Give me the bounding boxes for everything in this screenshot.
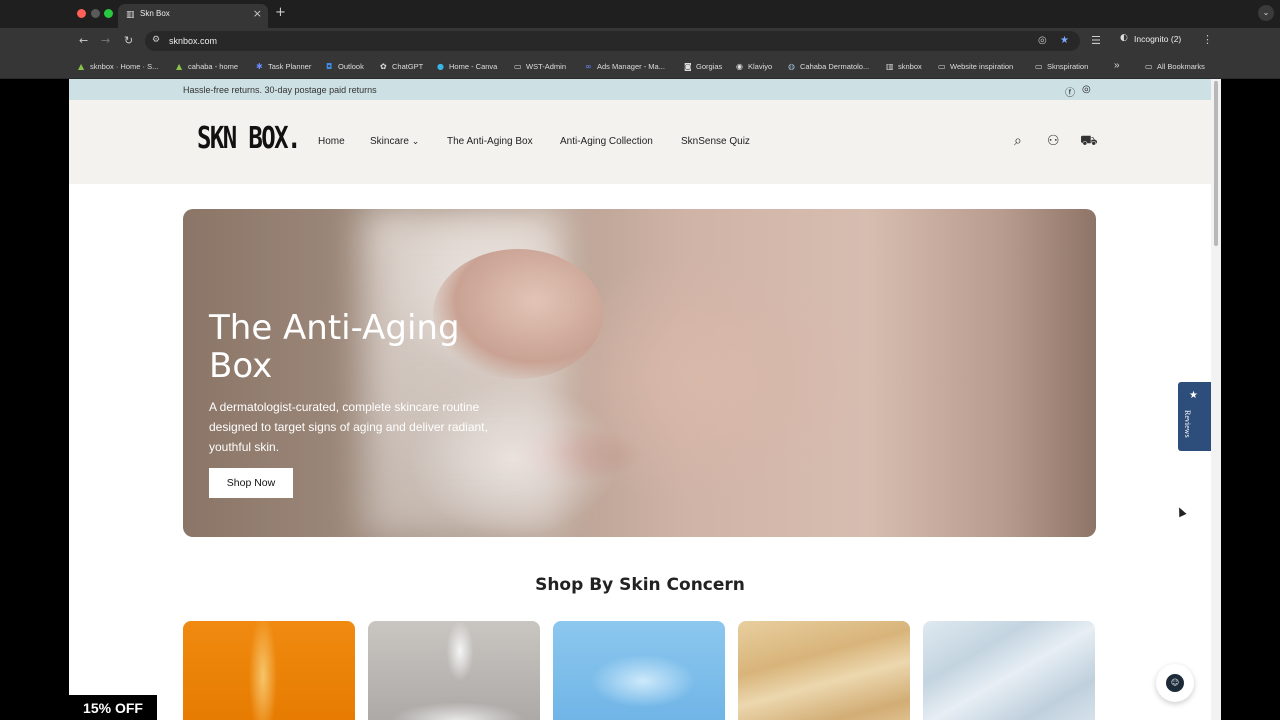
browser-toolbar: ← → ↻ ⚙ sknbox.com ◎ ★ ☰ ◐ Incognito (2)… bbox=[0, 28, 1280, 54]
shop-icon: ▲ bbox=[78, 62, 85, 71]
close-window-button[interactable] bbox=[77, 9, 86, 18]
folder-icon: ▭ bbox=[514, 62, 522, 71]
incognito-icon: ◐ bbox=[1120, 33, 1128, 43]
announcement-text: Hassle-free returns. 30-day postage paid… bbox=[183, 85, 377, 95]
bookmark-item[interactable]: ● Home - Canva bbox=[437, 62, 497, 71]
bookmark-item[interactable]: ◍ Cahaba Dermatolo... bbox=[788, 62, 869, 71]
forward-icon[interactable]: → bbox=[101, 34, 110, 47]
hero-title: The Anti-Aging Box bbox=[209, 308, 460, 386]
reviews-label: Reviews bbox=[1183, 410, 1192, 438]
hero-description: A dermatologist-curated, complete skinca… bbox=[209, 400, 488, 454]
reading-list-icon[interactable]: ☰ bbox=[1091, 34, 1101, 47]
announcement-bar: Hassle-free returns. 30-day postage paid… bbox=[69, 79, 1211, 100]
shop-icon: ▲ bbox=[176, 62, 183, 71]
section-title: Shop By Skin Concern bbox=[535, 575, 745, 595]
tab-title: Skn Box bbox=[140, 9, 170, 18]
browser-tab-strip: ▥ Skn Box × + ⌄ bbox=[0, 0, 1280, 28]
url-text[interactable]: sknbox.com bbox=[169, 36, 217, 46]
meta-icon: ∞ bbox=[585, 62, 592, 71]
account-icon[interactable]: ⚇ bbox=[1047, 133, 1060, 149]
bookmark-item[interactable]: ∞ Ads Manager - Ma... bbox=[585, 62, 665, 71]
tab-close-icon[interactable]: × bbox=[253, 7, 262, 20]
page-scrollbar[interactable] bbox=[1211, 79, 1221, 720]
reload-icon[interactable]: ↻ bbox=[124, 34, 133, 47]
nav-anti-aging-collection[interactable]: Anti-Aging Collection bbox=[560, 136, 653, 147]
nav-sknsense-quiz[interactable]: SknSense Quiz bbox=[681, 136, 750, 147]
star-icon: ★ bbox=[1189, 390, 1198, 401]
bookmarks-overflow-button[interactable]: » bbox=[1114, 60, 1120, 71]
scrollbar-thumb[interactable] bbox=[1214, 81, 1218, 246]
bookmark-item[interactable]: ▭ WST-Admin bbox=[514, 62, 566, 71]
bookmark-item[interactable]: ✿ ChatGPT bbox=[380, 62, 423, 71]
tracking-protection-icon[interactable]: ◎ bbox=[1038, 35, 1047, 46]
folder-icon: ▭ bbox=[938, 62, 946, 71]
gorgias-icon: ◙ bbox=[684, 62, 692, 71]
instagram-icon[interactable]: ◎ bbox=[1082, 84, 1091, 95]
site-logo[interactable]: SKN BOX. bbox=[197, 121, 301, 156]
all-bookmarks-button[interactable]: ▭ All Bookmarks bbox=[1145, 62, 1205, 71]
bookmark-item[interactable]: ◙ Gorgias bbox=[684, 62, 722, 71]
sknbox-icon: ▥ bbox=[886, 62, 894, 71]
bookmarks-bar: ▲ sknbox · Home · S... ▲ cahaba - home ✱ Ta… bbox=[0, 54, 1280, 79]
browser-tab[interactable]: ▥ Skn Box × bbox=[118, 4, 268, 28]
chevron-down-icon: ⌄ bbox=[411, 137, 420, 147]
bookmark-item[interactable]: ▲ cahaba - home bbox=[176, 62, 238, 71]
cahaba-icon: ◍ bbox=[788, 62, 795, 71]
concern-card-serum[interactable] bbox=[183, 621, 355, 720]
incognito-badge[interactable]: Incognito (2) bbox=[1134, 34, 1181, 44]
chatgpt-icon: ✿ bbox=[380, 62, 387, 71]
maximize-window-button[interactable] bbox=[104, 9, 113, 18]
new-tab-button[interactable]: + bbox=[275, 5, 286, 20]
tab-search-icon[interactable]: ⌄ bbox=[1258, 5, 1274, 21]
search-icon[interactable]: ⌕ bbox=[1014, 133, 1022, 149]
site-header: SKN BOX. Home Skincare ⌄ The Anti-Aging … bbox=[69, 100, 1211, 184]
address-bar[interactable]: ⚙ sknbox.com ◎ ★ bbox=[145, 31, 1080, 51]
bookmark-item[interactable]: ◉ Klaviyo bbox=[736, 62, 772, 71]
site-info-icon[interactable]: ⚙ bbox=[152, 35, 160, 45]
folder-icon: ▭ bbox=[1035, 62, 1043, 71]
chat-icon: ☺ bbox=[1166, 674, 1184, 692]
concern-card-lotion[interactable] bbox=[923, 621, 1095, 720]
nav-skincare[interactable]: Skincare ⌄ bbox=[370, 136, 419, 147]
cart-icon[interactable]: ⛟ bbox=[1080, 133, 1098, 151]
browser-menu-icon[interactable]: ⋮ bbox=[1202, 33, 1213, 46]
bookmark-item[interactable]: ◘ Outlook bbox=[326, 62, 364, 71]
concern-card-dropper[interactable] bbox=[368, 621, 540, 720]
page-viewport: Hassle-free returns. 30-day postage paid… bbox=[69, 79, 1211, 720]
reviews-widget[interactable]: ★ Reviews bbox=[1178, 382, 1211, 451]
minimize-window-button[interactable] bbox=[91, 9, 100, 18]
shop-now-button[interactable]: Shop Now bbox=[209, 468, 293, 498]
folder-icon: ▭ bbox=[1145, 62, 1153, 71]
sknbox-favicon-icon: ▥ bbox=[126, 10, 135, 20]
bookmark-star-icon[interactable]: ★ bbox=[1060, 35, 1069, 46]
back-icon[interactable]: ← bbox=[79, 34, 88, 47]
hero-banner[interactable]: The Anti-Aging Box A dermatologist-curat… bbox=[183, 209, 1096, 537]
chat-widget-button[interactable]: ☺ bbox=[1156, 664, 1194, 702]
nav-anti-aging-box[interactable]: The Anti-Aging Box bbox=[447, 136, 533, 147]
canva-icon: ● bbox=[437, 62, 444, 71]
facebook-icon[interactable]: ⓕ bbox=[1065, 84, 1075, 99]
bookmark-item[interactable]: ▲ sknbox · Home · S... bbox=[78, 62, 158, 71]
outlook-icon: ◘ bbox=[326, 62, 333, 71]
nav-home[interactable]: Home bbox=[318, 136, 345, 147]
bookmark-item[interactable]: ▭ Sknspiration bbox=[1035, 62, 1088, 71]
bookmark-item[interactable]: ✱ Task Planner bbox=[256, 62, 311, 71]
discount-badge[interactable]: 15% OFF bbox=[69, 695, 157, 720]
concern-card-gel[interactable] bbox=[553, 621, 725, 720]
bookmark-item[interactable]: ▭ Website inspiration bbox=[938, 62, 1013, 71]
bookmark-item[interactable]: ▥ sknbox bbox=[886, 62, 922, 71]
klaviyo-icon: ◉ bbox=[736, 62, 743, 71]
planner-icon: ✱ bbox=[256, 62, 263, 71]
concern-card-cream[interactable] bbox=[738, 621, 910, 720]
